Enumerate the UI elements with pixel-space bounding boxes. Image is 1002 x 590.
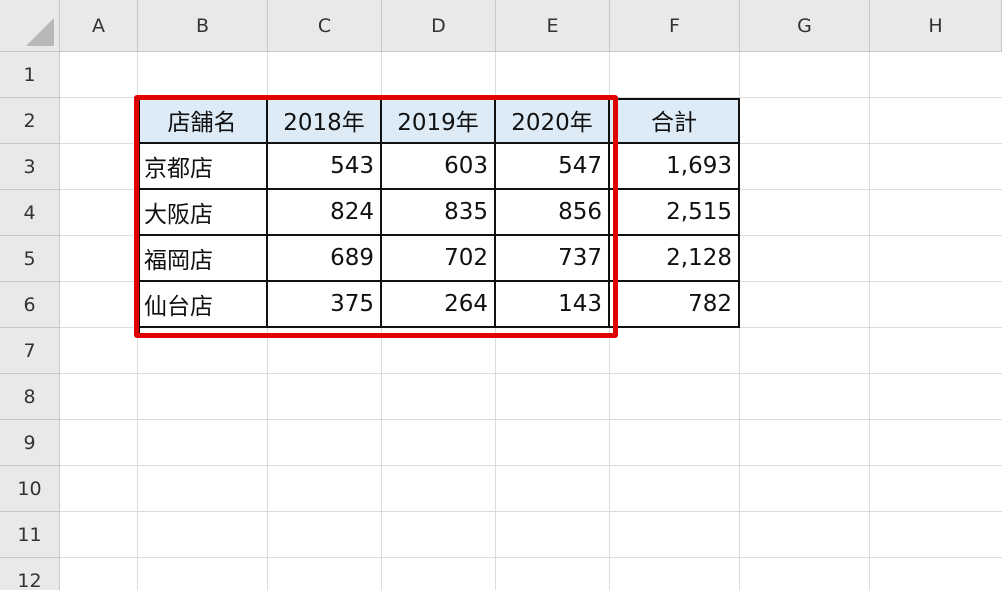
column-header-e[interactable]: E	[496, 0, 610, 52]
column-header-b[interactable]: B	[138, 0, 268, 52]
store-name-cell[interactable]: 福岡店	[138, 236, 268, 282]
table-header-cell[interactable]: 2020年	[496, 98, 610, 144]
value-cell[interactable]: 1,693	[610, 144, 740, 190]
gridline-horizontal	[60, 419, 1002, 420]
value-cell[interactable]: 143	[496, 282, 610, 328]
row-header-1[interactable]: 1	[0, 52, 60, 98]
column-header-g[interactable]: G	[740, 0, 870, 52]
value-cell[interactable]: 2,515	[610, 190, 740, 236]
gridline-horizontal	[60, 373, 1002, 374]
row-header-9[interactable]: 9	[0, 420, 60, 466]
table-header-cell[interactable]: 店舗名	[138, 98, 268, 144]
row-header-7[interactable]: 7	[0, 328, 60, 374]
store-name-cell[interactable]: 京都店	[138, 144, 268, 190]
value-cell[interactable]: 547	[496, 144, 610, 190]
column-header-h[interactable]: H	[870, 0, 1002, 52]
column-header-c[interactable]: C	[268, 0, 382, 52]
value-cell[interactable]: 737	[496, 236, 610, 282]
store-name-cell[interactable]: 仙台店	[138, 282, 268, 328]
gridline-vertical	[869, 52, 870, 590]
select-all-corner[interactable]	[0, 0, 60, 52]
row-header-3[interactable]: 3	[0, 144, 60, 190]
spreadsheet: ABCDEFGH 1 2 3 4 5 6 7 8 9 10 11 12 店舗名 2018年 2019年 20…	[0, 0, 1002, 590]
column-header-f[interactable]: F	[610, 0, 740, 52]
row-header-10[interactable]: 10	[0, 466, 60, 512]
gridline-horizontal	[60, 465, 1002, 466]
value-cell[interactable]: 543	[268, 144, 382, 190]
value-cell[interactable]: 856	[496, 190, 610, 236]
row-header-12[interactable]: 12	[0, 558, 60, 590]
value-cell[interactable]: 603	[382, 144, 496, 190]
gridline-horizontal	[60, 557, 1002, 558]
value-cell[interactable]: 375	[268, 282, 382, 328]
row-header-4[interactable]: 4	[0, 190, 60, 236]
row-header-6[interactable]: 6	[0, 282, 60, 328]
value-cell[interactable]: 2,128	[610, 236, 740, 282]
row-header-8[interactable]: 8	[0, 374, 60, 420]
value-cell[interactable]: 835	[382, 190, 496, 236]
select-all-triangle-icon	[26, 18, 54, 46]
column-header-d[interactable]: D	[382, 0, 496, 52]
table-header-cell[interactable]: 合計	[610, 98, 740, 144]
row-header-5[interactable]: 5	[0, 236, 60, 282]
row-header-2[interactable]: 2	[0, 98, 60, 144]
row-header-11[interactable]: 11	[0, 512, 60, 558]
value-cell[interactable]: 702	[382, 236, 496, 282]
gridline-horizontal	[60, 511, 1002, 512]
value-cell[interactable]: 824	[268, 190, 382, 236]
table-header-cell[interactable]: 2018年	[268, 98, 382, 144]
store-name-cell[interactable]: 大阪店	[138, 190, 268, 236]
value-cell[interactable]: 782	[610, 282, 740, 328]
column-header-a[interactable]: A	[60, 0, 138, 52]
value-cell[interactable]: 689	[268, 236, 382, 282]
table-header-cell[interactable]: 2019年	[382, 98, 496, 144]
value-cell[interactable]: 264	[382, 282, 496, 328]
